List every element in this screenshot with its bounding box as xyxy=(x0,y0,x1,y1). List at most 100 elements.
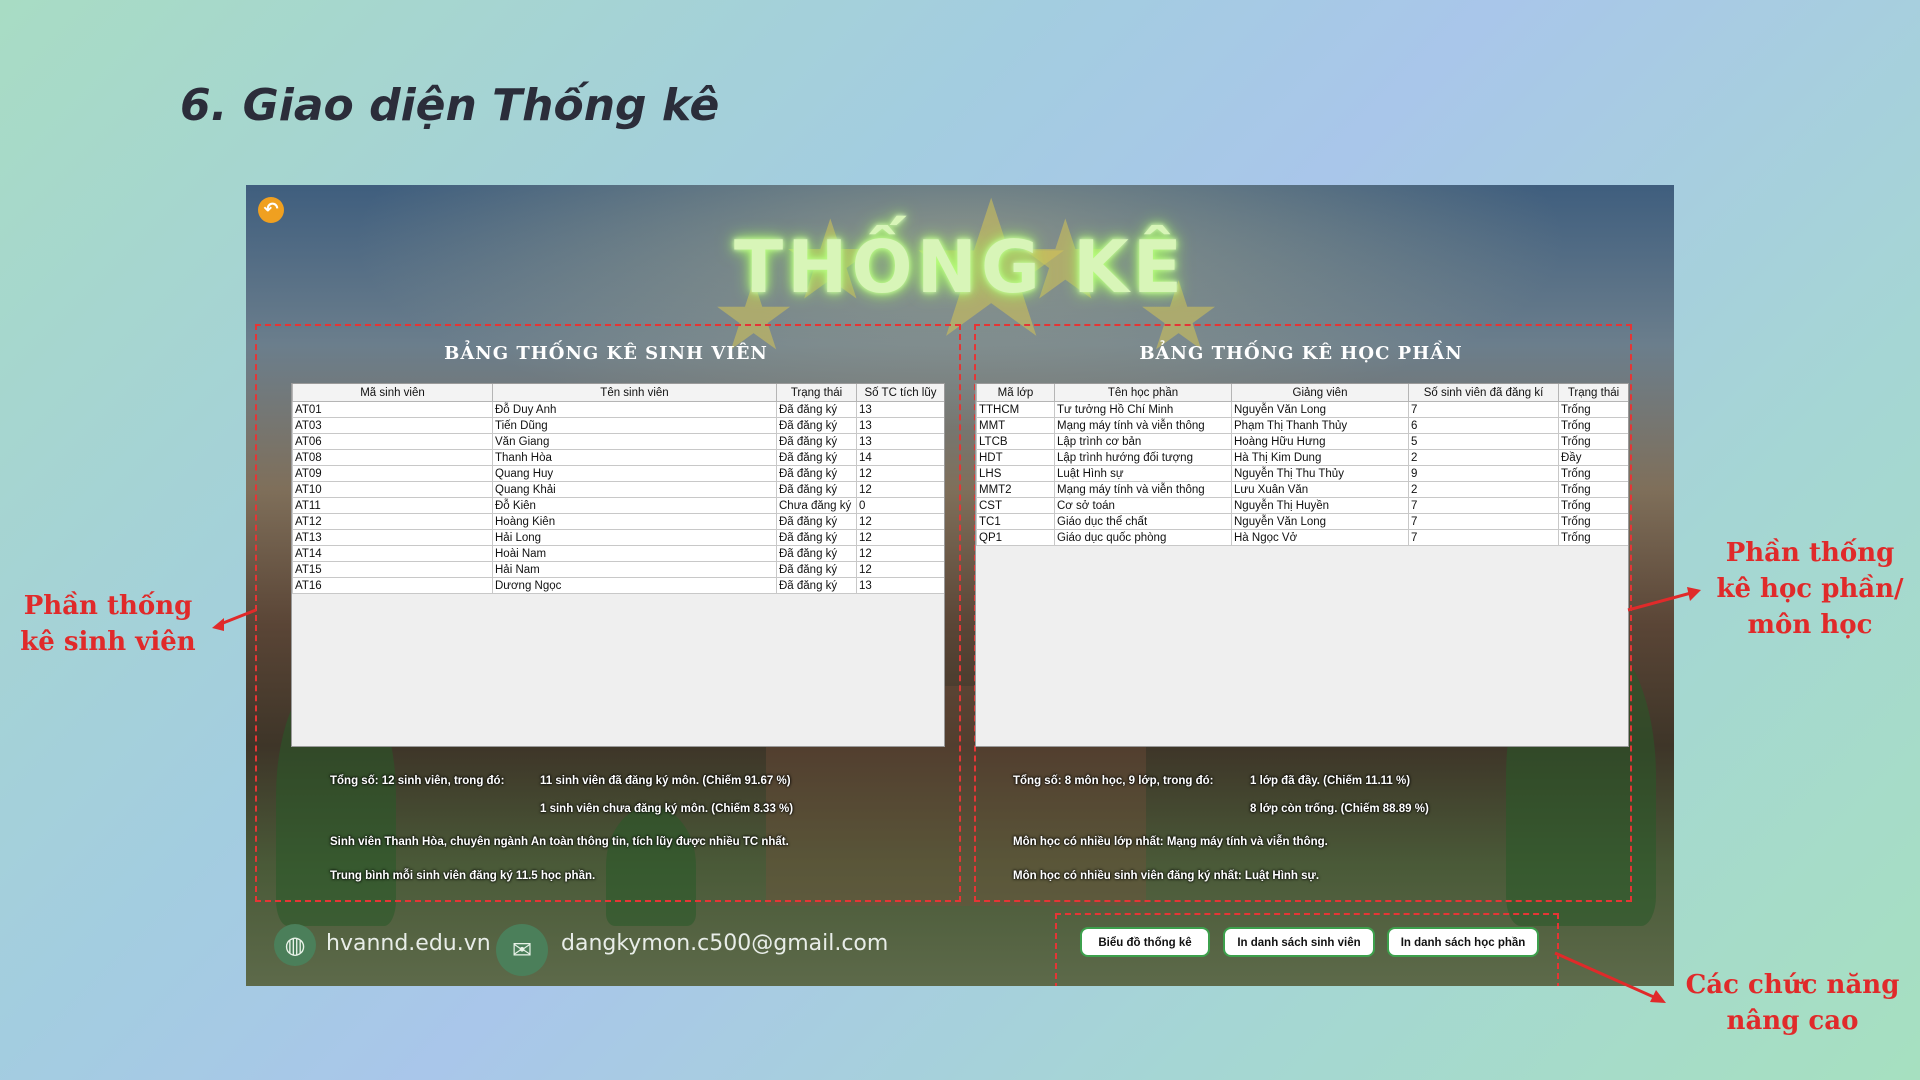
student-table-row[interactable]: AT08 Thanh Hòa Đã đăng ký 14 xyxy=(292,449,944,466)
student-table-cell: AT09 xyxy=(292,465,493,482)
course-table-container[interactable]: Mã lớp Tên học phần Giảng viên Số sinh viên… xyxy=(975,383,1629,747)
student-table-cell: Hải Long xyxy=(492,529,777,546)
course-table-row[interactable]: TTHCM Tư tưởng Hồ Chí Minh Nguyễn Văn Long… xyxy=(976,401,1628,418)
course-table-cell: 7 xyxy=(1408,513,1559,530)
course-table-row[interactable]: HDT Lập trình hướng đối tượng Hà Thị Kim D… xyxy=(976,449,1628,466)
course-column-header[interactable]: Trạng thái xyxy=(1558,384,1628,402)
student-table-row[interactable]: AT13 Hải Long Đã đăng ký 12 xyxy=(292,529,944,546)
course-table-cell: Trống xyxy=(1558,465,1628,482)
student-average: Trung bình mỗi sinh viên đăng ký 11.5 họ… xyxy=(330,870,596,882)
course-table-cell: Luật Hình sự xyxy=(1054,465,1232,482)
course-table-cell: Mạng máy tính và viễn thông xyxy=(1054,417,1232,434)
app-title: THỐNG KÊ xyxy=(734,225,1186,309)
course-table-cell: Phạm Thị Thanh Thủy xyxy=(1231,417,1409,434)
course-table-cell: Hà Thị Kim Dung xyxy=(1231,449,1409,466)
course-table-cell: Hoàng Hữu Hưng xyxy=(1231,433,1409,450)
course-table-cell: Tư tưởng Hồ Chí Minh xyxy=(1054,401,1232,418)
student-table-row[interactable]: AT15 Hải Nam Đã đăng ký 12 xyxy=(292,561,944,578)
annotation-text: kê sinh viên xyxy=(20,627,196,657)
course-table-cell: Trống xyxy=(1558,529,1628,546)
student-table-cell: 12 xyxy=(856,465,944,482)
student-table-cell: 12 xyxy=(856,529,944,546)
student-table-cell: AT10 xyxy=(292,481,493,498)
course-table-cell: Mạng máy tính và viễn thông xyxy=(1054,481,1232,498)
student-total: Tổng số: 12 sinh viên, trong đó: xyxy=(330,775,505,787)
course-table-row[interactable]: LHS Luật Hình sự Nguyễn Thị Thu Thủy 9 Trống xyxy=(976,465,1628,482)
course-table-cell: 9 xyxy=(1408,465,1559,482)
student-table-cell: AT11 xyxy=(292,497,493,514)
student-table-row[interactable]: AT12 Hoàng Kiên Đã đăng ký 12 xyxy=(292,513,944,530)
student-table-row[interactable]: AT06 Văn Giang Đã đăng ký 13 xyxy=(292,433,944,450)
student-table-cell: 12 xyxy=(856,545,944,562)
student-table-row[interactable]: AT14 Hoài Nam Đã đăng ký 12 xyxy=(292,545,944,562)
student-registered: 11 sinh viên đã đăng ký môn. (Chiếm 91.6… xyxy=(540,775,791,787)
student-table-cell: 0 xyxy=(856,497,944,514)
course-table-cell: 7 xyxy=(1408,529,1559,546)
student-table-cell: AT06 xyxy=(292,433,493,450)
student-table-row[interactable]: AT11 Đỗ Kiên Chưa đăng ký 0 xyxy=(292,497,944,514)
student-table-container[interactable]: Mã sinh viên Tên sinh viên Trạng thái Số TC… xyxy=(291,383,945,747)
annotation-text: nâng cao xyxy=(1726,1006,1859,1036)
course-table-cell: Hà Ngọc Vở xyxy=(1231,529,1409,546)
course-table-row[interactable]: MMT2 Mạng máy tính và viễn thông Lưu Xuân … xyxy=(976,481,1628,498)
student-table-row[interactable]: AT16 Dương Ngọc Đã đăng ký 13 xyxy=(292,577,944,594)
student-table-cell: Dương Ngọc xyxy=(492,577,777,594)
student-table-row[interactable]: AT10 Quang Khải Đã đăng ký 12 xyxy=(292,481,944,498)
course-table: Mã lớp Tên học phần Giảng viên Số sinh viên… xyxy=(976,384,1628,546)
course-table-cell: Trống xyxy=(1558,417,1628,434)
print-students-button[interactable]: In danh sách sinh viên xyxy=(1223,927,1375,957)
print-courses-button[interactable]: In danh sách học phần xyxy=(1387,927,1539,957)
course-column-header[interactable]: Mã lớp xyxy=(976,384,1055,402)
course-table-cell: Trống xyxy=(1558,497,1628,514)
student-table-cell: Quang Huy xyxy=(492,465,777,482)
course-table-cell: LTCB xyxy=(976,433,1055,450)
back-button[interactable]: ↶ xyxy=(258,197,284,223)
course-table-cell: QP1 xyxy=(976,529,1055,546)
globe-icon: ◍ xyxy=(274,924,316,966)
course-table-cell: TC1 xyxy=(976,513,1055,530)
student-table-cell: 12 xyxy=(856,481,944,498)
course-table-cell: TTHCM xyxy=(976,401,1055,418)
student-table-cell: Đã đăng ký xyxy=(776,577,857,594)
student-table-cell: Hải Nam xyxy=(492,561,777,578)
annotation-arrow xyxy=(212,608,257,631)
annotation-text: kê học phần/ xyxy=(1716,574,1904,604)
course-table-cell: Nguyễn Văn Long xyxy=(1231,513,1409,530)
course-column-header[interactable]: Tên học phần xyxy=(1054,384,1232,402)
student-table-cell: AT16 xyxy=(292,577,493,594)
student-table-cell: AT15 xyxy=(292,561,493,578)
course-table-cell: 7 xyxy=(1408,401,1559,418)
student-column-header[interactable]: Mã sinh viên xyxy=(292,384,493,402)
student-table-cell: Chưa đăng ký xyxy=(776,497,857,514)
course-table-cell: Cơ sở toán xyxy=(1054,497,1232,514)
course-table-cell: Trống xyxy=(1558,481,1628,498)
student-table-cell: Đã đăng ký xyxy=(776,529,857,546)
course-column-header[interactable]: Giảng viên xyxy=(1231,384,1409,402)
course-table-cell: MMT xyxy=(976,417,1055,434)
course-most-classes: Môn học có nhiều lớp nhất: Mạng máy tính… xyxy=(1013,836,1328,848)
student-table-cell: AT08 xyxy=(292,449,493,466)
course-column-header[interactable]: Số sinh viên đã đăng kí xyxy=(1408,384,1559,402)
student-table-cell: Đã đăng ký xyxy=(776,417,857,434)
student-column-header[interactable]: Tên sinh viên xyxy=(492,384,777,402)
student-panel-heading: BẢNG THỐNG KÊ SINH VIÊN xyxy=(444,343,768,364)
course-table-row[interactable]: TC1 Giáo dục thể chất Nguyễn Văn Long 7 Trốn… xyxy=(976,513,1628,530)
student-column-header[interactable]: Số TC tích lũy xyxy=(856,384,944,402)
student-table-row[interactable]: AT01 Đỗ Duy Anh Đã đăng ký 13 xyxy=(292,401,944,418)
chart-button[interactable]: Biểu đồ thống kê xyxy=(1080,927,1210,957)
annotation-arrow xyxy=(1627,587,1701,612)
course-open: 8 lớp còn trống. (Chiếm 88.89 %) xyxy=(1250,803,1429,815)
student-table-row[interactable]: AT03 Tiến Dũng Đã đăng ký 13 xyxy=(292,417,944,434)
course-table-row[interactable]: LTCB Lập trình cơ bản Hoàng Hữu Hưng 5 Trống xyxy=(976,433,1628,450)
course-table-cell: Trống xyxy=(1558,513,1628,530)
course-table-row[interactable]: MMT Mạng máy tính và viễn thông Phạm Thị T… xyxy=(976,417,1628,434)
course-table-row[interactable]: QP1 Giáo dục quốc phòng Hà Ngọc Vở 7 Trống xyxy=(976,529,1628,546)
course-table-row[interactable]: CST Cơ sở toán Nguyễn Thị Huyền 7 Trống xyxy=(976,497,1628,514)
student-table-cell: 13 xyxy=(856,577,944,594)
student-column-header[interactable]: Trạng thái xyxy=(776,384,857,402)
course-table-cell: 2 xyxy=(1408,449,1559,466)
student-table-cell: Đã đăng ký xyxy=(776,465,857,482)
course-most-students: Môn học có nhiều sinh viên đăng ký nhất:… xyxy=(1013,870,1320,882)
course-table-cell: LHS xyxy=(976,465,1055,482)
student-table-row[interactable]: AT09 Quang Huy Đã đăng ký 12 xyxy=(292,465,944,482)
